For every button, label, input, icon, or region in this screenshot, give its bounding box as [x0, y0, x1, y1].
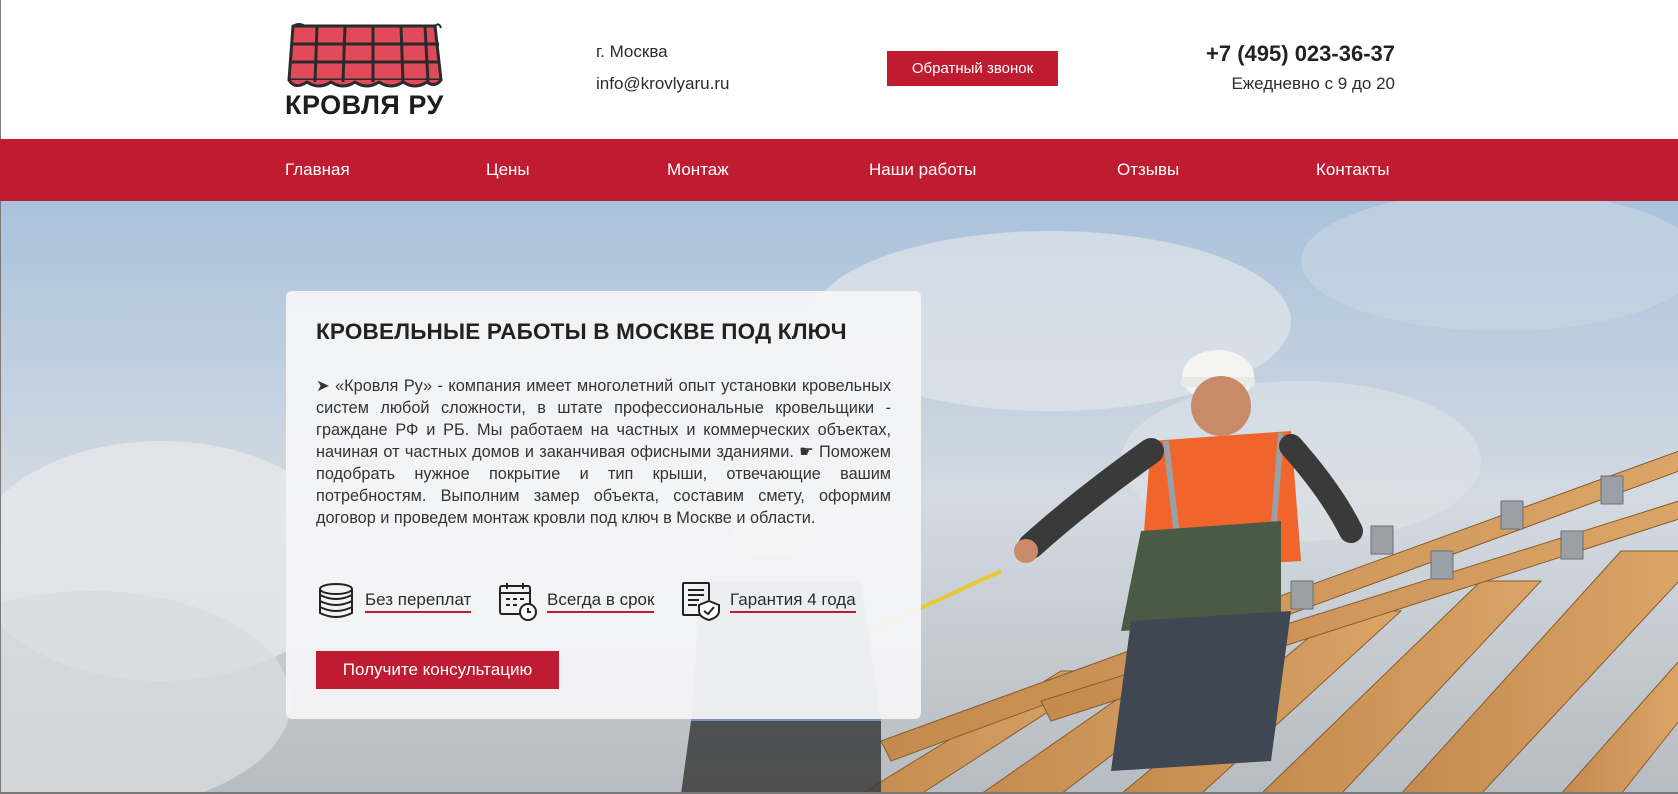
email-link[interactable]: info@krovlyaru.ru — [596, 74, 729, 94]
phone-link[interactable]: +7 (495) 023-36-37 — [1206, 41, 1395, 67]
feature-on-time[interactable]: Всегда в срок — [498, 581, 655, 621]
feature-warranty[interactable]: Гарантия 4 года — [681, 581, 856, 621]
nav-item-home[interactable]: Главная — [285, 139, 350, 201]
consultation-button[interactable]: Получите консультацию — [316, 651, 559, 689]
nav-item-installation[interactable]: Монтаж — [667, 139, 729, 201]
main-nav: Главная Цены Монтаж Наши работы Отзывы К… — [0, 139, 1678, 201]
nav-item-contacts[interactable]: Контакты — [1316, 139, 1389, 201]
logo-text: КРОВЛЯ РУ — [285, 90, 444, 120]
nav-item-prices[interactable]: Цены — [486, 139, 530, 201]
calendar-clock-icon — [499, 583, 537, 621]
callback-button[interactable]: Обратный звонок — [887, 51, 1058, 86]
feature-no-overpay[interactable]: Без переплат — [316, 581, 472, 621]
nav-item-reviews[interactable]: Отзывы — [1117, 139, 1179, 201]
roof-tiles-icon — [287, 23, 443, 88]
logo[interactable]: КРОВЛЯ РУ — [285, 20, 445, 120]
document-shield-icon — [682, 582, 720, 621]
feature-label: Гарантия 4 года — [730, 590, 856, 613]
city-label: г. Москва — [596, 42, 668, 61]
nav-item-our-works[interactable]: Наши работы — [869, 139, 976, 201]
feature-label: Без переплат — [365, 590, 472, 613]
site-header: КРОВЛЯ РУ г. Москва info@krovlyaru.ru Об… — [0, 0, 1678, 139]
feature-label: Всегда в срок — [547, 590, 655, 613]
hero-description: ➤ «Кровля Ру» - компания имеет многолетн… — [316, 377, 891, 527]
coins-icon — [319, 583, 353, 618]
hero-card: КРОВЕЛЬНЫЕ РАБОТЫ В МОСКВЕ ПОД КЛЮЧ ➤ «К… — [286, 291, 921, 719]
hero-section: КРОВЕЛЬНЫЕ РАБОТЫ В МОСКВЕ ПОД КЛЮЧ ➤ «К… — [0, 201, 1678, 794]
working-hours: Ежедневно с 9 до 20 — [1231, 74, 1395, 93]
hero-title: КРОВЕЛЬНЫЕ РАБОТЫ В МОСКВЕ ПОД КЛЮЧ — [316, 319, 847, 344]
